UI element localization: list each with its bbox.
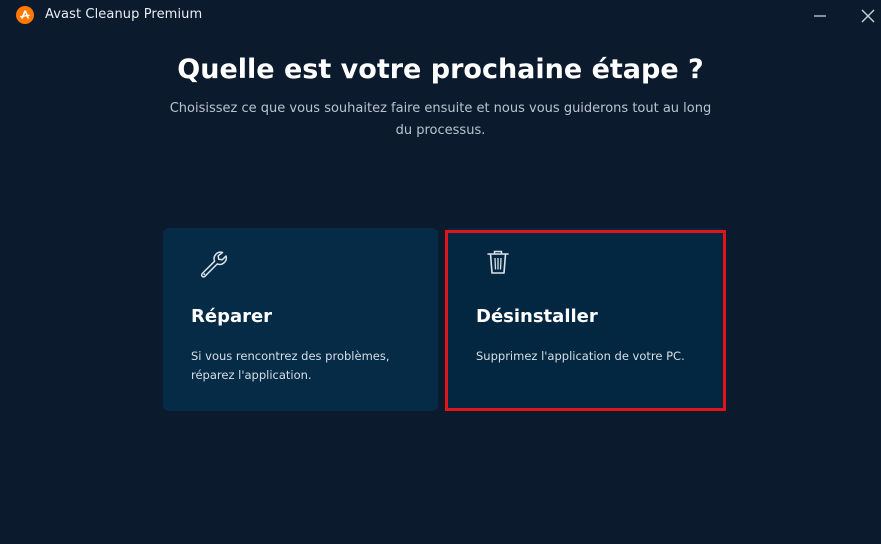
avast-logo-icon	[16, 6, 34, 24]
title-bar: Avast Cleanup Premium	[0, 0, 881, 32]
page-title: Quelle est votre prochaine étape ?	[177, 54, 704, 85]
uninstall-description: Supprimez l'application de votre PC.	[476, 349, 685, 363]
minimize-icon	[814, 15, 826, 17]
uninstall-option-card[interactable]: Désinstaller Supprimez l'application de …	[445, 228, 725, 411]
app-title: Avast Cleanup Premium	[45, 7, 203, 22]
uninstall-title: Désinstaller	[476, 306, 598, 327]
repair-description: Si vous rencontrez des problèmes, répare…	[191, 349, 390, 382]
repair-title: Réparer	[191, 306, 273, 327]
repair-option-card[interactable]: Réparer Si vous rencontrez des problèmes…	[163, 228, 438, 411]
close-button[interactable]	[850, 0, 881, 32]
minimize-button[interactable]	[802, 0, 838, 32]
close-icon	[861, 9, 875, 23]
page-subtitle: Choisissez ce que vous souhaitez faire e…	[169, 101, 712, 138]
trash-icon	[487, 250, 509, 274]
wrench-icon	[200, 251, 228, 278]
